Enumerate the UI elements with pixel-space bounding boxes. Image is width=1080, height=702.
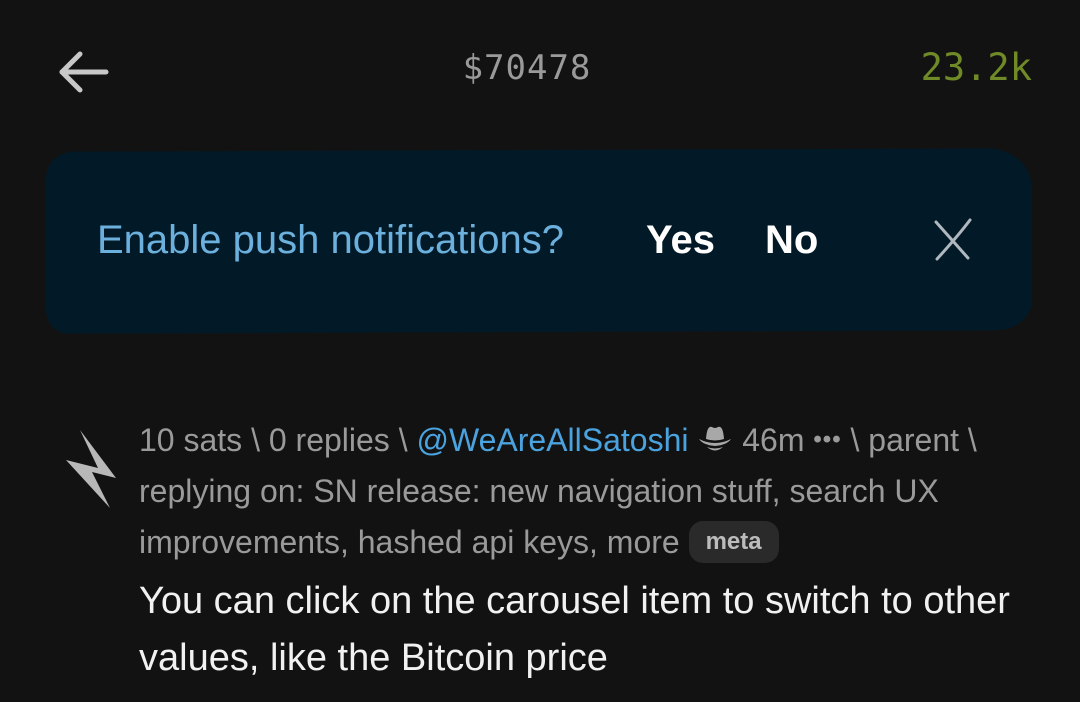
top-navbar: $70478 23.2k: [0, 0, 1080, 140]
replying-on-label: replying on:: [139, 473, 305, 509]
close-icon: [934, 218, 972, 261]
wallet-balance[interactable]: 23.2k: [921, 46, 1032, 89]
cowboy-hat-icon: [697, 419, 733, 453]
arrow-left-icon: [59, 51, 109, 93]
banner-close-button[interactable]: [928, 216, 976, 264]
zap-upvote-button[interactable]: [62, 428, 118, 510]
comment-body: You can click on the carousel item to sw…: [139, 580, 1010, 679]
author-link[interactable]: @WeAreAllSatoshi: [416, 422, 688, 458]
territory-badge[interactable]: meta: [688, 521, 779, 563]
lightning-bolt-icon: [66, 430, 116, 508]
sats-count[interactable]: 10 sats: [139, 422, 242, 458]
post-meta: 10 sats \ 0 replies \ @WeAreAllSatoshi 4…: [139, 414, 1039, 568]
parent-link[interactable]: parent: [868, 422, 959, 458]
btc-price-carousel[interactable]: $70478: [400, 48, 654, 88]
replies-link[interactable]: 0 replies: [269, 422, 390, 458]
more-icon[interactable]: •••: [813, 426, 841, 453]
enable-push-yes-button[interactable]: Yes: [646, 218, 715, 263]
push-notification-prompt: Enable push notifications?: [97, 218, 564, 262]
back-button[interactable]: [54, 46, 114, 98]
post-age[interactable]: 46m: [742, 422, 804, 458]
enable-push-no-button[interactable]: No: [765, 218, 818, 263]
